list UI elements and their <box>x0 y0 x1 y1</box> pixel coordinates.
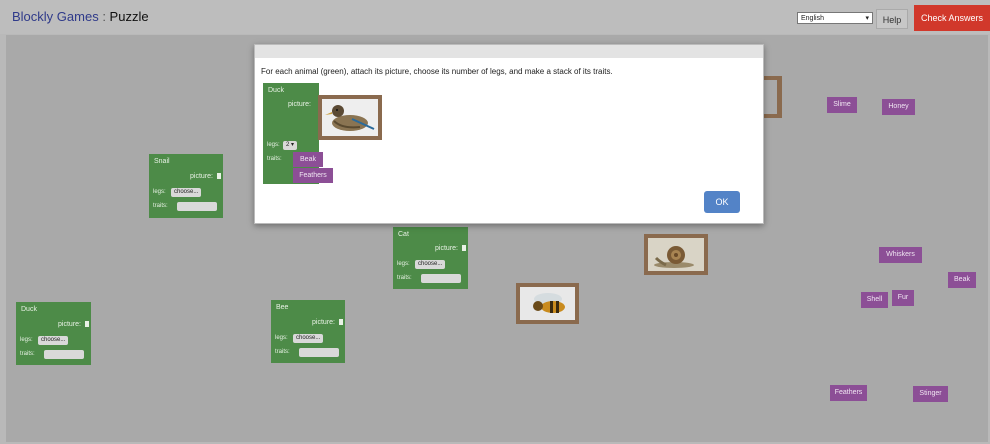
animal-name: Duck <box>268 87 284 94</box>
page-title: Blockly Games : Puzzle <box>12 9 149 24</box>
picture-block-snail[interactable] <box>644 234 708 275</box>
trait-block-whiskers[interactable]: Whiskers <box>879 247 922 263</box>
trait-block-beak[interactable]: Beak <box>948 272 976 288</box>
picture-input-notch <box>85 321 89 327</box>
legs-label: legs: <box>153 189 166 195</box>
language-select[interactable]: English ▾ <box>797 12 873 24</box>
traits-slot <box>421 274 461 283</box>
chevron-down-icon: ▾ <box>865 15 869 22</box>
traits-label: traits: <box>20 351 35 357</box>
trait-block-stinger[interactable]: Stinger <box>913 386 948 402</box>
animal-block-snail[interactable]: Snail picture: legs: choose... traits: <box>149 154 223 218</box>
legs-dropdown[interactable]: choose... <box>38 336 69 345</box>
title-separator: : <box>98 9 110 24</box>
snail-picture-icon <box>648 238 704 271</box>
animal-name: Snail <box>154 158 170 165</box>
traits-label: traits: <box>275 349 290 355</box>
animal-block-bee[interactable]: Bee picture: legs: choose... traits: <box>271 300 345 363</box>
legs-label: legs: <box>20 337 33 343</box>
game-name: Puzzle <box>109 9 149 24</box>
language-selected-value: English <box>801 15 824 22</box>
legs-label: legs: <box>397 261 410 267</box>
picture-input-notch <box>462 245 466 251</box>
dialog-title-bar[interactable] <box>255 45 763 58</box>
animal-block-cat[interactable]: Cat picture: legs: choose... traits: <box>393 227 468 289</box>
ok-button[interactable]: OK <box>704 191 740 213</box>
animal-name: Bee <box>276 304 289 311</box>
picture-label: picture: <box>58 321 81 328</box>
legs-label: legs: <box>267 142 280 148</box>
help-button[interactable]: Help <box>876 9 908 29</box>
picture-label: picture: <box>312 319 335 326</box>
duck-picture-icon <box>322 99 378 136</box>
traits-label: traits: <box>153 203 168 209</box>
picture-label: picture: <box>190 173 213 180</box>
legs-dropdown: 2 ▾ <box>283 141 298 150</box>
legs-label: legs: <box>275 335 288 341</box>
traits-slot <box>177 202 217 211</box>
trait-block-fur[interactable]: Fur <box>892 290 914 306</box>
traits-slot <box>299 348 339 357</box>
trait-block-shell[interactable]: Shell <box>861 292 888 308</box>
check-answers-button[interactable]: Check Answers <box>914 5 990 31</box>
trait-block-honey[interactable]: Honey <box>882 99 915 115</box>
trait-block-feathers[interactable]: Feathers <box>830 385 867 401</box>
app-name-link[interactable]: Blockly Games <box>12 9 99 24</box>
traits-label: traits: <box>267 156 282 162</box>
picture-label: picture: <box>435 245 458 252</box>
legs-value: 2 <box>286 142 290 148</box>
example-picture-block-duck <box>318 95 382 140</box>
traits-slot <box>44 350 84 359</box>
example-trait-feathers: Feathers <box>293 168 333 183</box>
picture-input-notch <box>217 173 221 179</box>
picture-input-notch <box>339 319 343 325</box>
animal-name: Cat <box>398 231 409 238</box>
picture-label: picture: <box>288 101 311 108</box>
instructions-dialog: For each animal (green), attach its pict… <box>254 44 764 224</box>
legs-dropdown[interactable]: choose... <box>293 334 324 343</box>
bee-picture-icon <box>520 287 575 320</box>
legs-dropdown[interactable]: choose... <box>415 260 446 269</box>
legs-dropdown[interactable]: choose... <box>171 188 202 197</box>
trait-block-slime[interactable]: Slime <box>827 97 857 113</box>
animal-block-duck[interactable]: Duck picture: legs: choose... traits: <box>16 302 91 365</box>
picture-block-bee[interactable] <box>516 283 579 324</box>
animal-name: Duck <box>21 306 37 313</box>
traits-label: traits: <box>397 275 412 281</box>
example-trait-beak: Beak <box>293 152 323 167</box>
dialog-instructions: For each animal (green), attach its pict… <box>261 67 613 76</box>
